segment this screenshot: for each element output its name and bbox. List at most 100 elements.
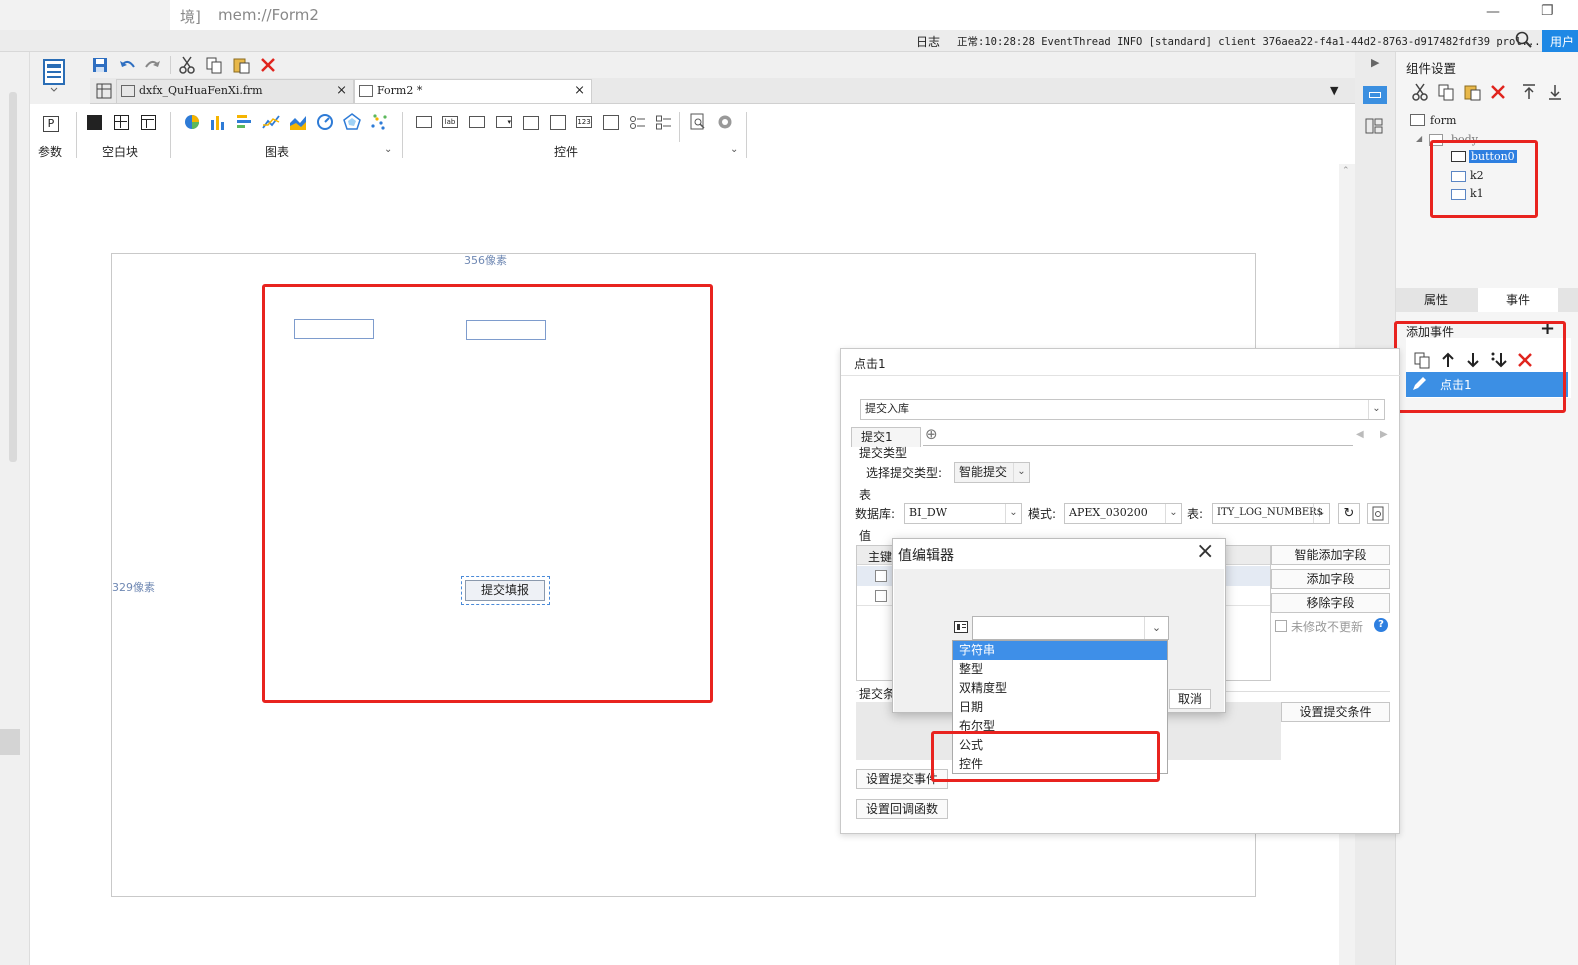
close-icon[interactable]: ×: [1196, 539, 1214, 564]
value-type-select[interactable]: ⌄: [972, 616, 1169, 640]
split-block-icon[interactable]: [114, 115, 129, 130]
schema-select[interactable]: APEX_030200 ⌄: [1064, 503, 1182, 524]
remove-field-button[interactable]: 移除字段: [1271, 593, 1390, 613]
help-icon[interactable]: ?: [1374, 618, 1388, 632]
add-subtab-icon[interactable]: ⊕: [925, 425, 938, 443]
table-search-icon[interactable]: [1367, 503, 1389, 524]
chevron-down-icon[interactable]: ⌄: [384, 144, 392, 155]
button-control-icon[interactable]: [416, 116, 432, 128]
highlight-box-event: [1394, 321, 1566, 413]
env-label: 境]: [180, 8, 201, 26]
highlight-box-options: [931, 731, 1160, 782]
tree-expand-icon[interactable]: ◢: [1416, 134, 1422, 143]
cancel-button[interactable]: 取消: [1169, 689, 1211, 709]
set-callback-button[interactable]: 设置回调函数: [856, 799, 948, 819]
refresh-icon[interactable]: ↻: [1338, 503, 1360, 524]
textarea-control-icon[interactable]: [603, 115, 619, 130]
tab-properties[interactable]: 属性: [1396, 288, 1476, 312]
line-chart-icon[interactable]: [262, 113, 280, 131]
cut-icon[interactable]: [1411, 83, 1429, 101]
title-bar: 境] mem://Form2 — ❐: [0, 0, 1578, 30]
tab-dxfx[interactable]: dxfx_QuHuaFenXi.frm ×: [116, 79, 354, 103]
tab-form2[interactable]: Form2 * ×: [354, 79, 592, 103]
component-panel-icon[interactable]: [1363, 86, 1387, 104]
bar-chart-icon[interactable]: [209, 113, 227, 131]
gauge-chart-icon[interactable]: [316, 113, 334, 131]
list-control-icon[interactable]: [523, 116, 539, 130]
left-scrollbar[interactable]: [9, 92, 17, 462]
delete-icon[interactable]: [259, 56, 277, 74]
move-bottom-icon[interactable]: [1546, 83, 1564, 101]
db-select[interactable]: BI_DW ⌄: [904, 503, 1022, 524]
close-icon[interactable]: ×: [574, 80, 585, 102]
option-date[interactable]: 日期: [953, 698, 1167, 717]
number-control-icon[interactable]: 123: [576, 116, 592, 128]
delete-icon[interactable]: [1489, 83, 1507, 101]
redo-icon[interactable]: [144, 56, 162, 74]
designer-toolbar: dxfx_QuHuaFenXi.frm × Form2 * × ▼ P 参数 空…: [30, 52, 1355, 164]
group-control-label: 控件: [554, 145, 579, 159]
tab-block-icon[interactable]: [141, 115, 156, 130]
scatter-chart-icon[interactable]: [370, 113, 388, 131]
pie-chart-icon[interactable]: [183, 113, 201, 131]
action-select[interactable]: 提交入库 ⌄: [860, 399, 1385, 420]
status-bar: 日志 正常:10:28:28 EventThread INFO [standar…: [0, 30, 1578, 52]
template-icon[interactable]: [42, 58, 66, 92]
row-checkbox[interactable]: [875, 570, 887, 582]
cut-icon[interactable]: [178, 56, 196, 74]
option-double[interactable]: 双精度型: [953, 679, 1167, 698]
dialog-title: 点击1: [854, 357, 886, 371]
chevron-down-icon[interactable]: ⌄: [1144, 617, 1168, 639]
hbar-chart-icon[interactable]: [235, 113, 253, 131]
tab-events[interactable]: 事件: [1478, 288, 1558, 312]
expand-arrow-icon[interactable]: ▶: [1371, 56, 1379, 69]
checkbox-control-icon[interactable]: [656, 115, 672, 130]
preview-icon[interactable]: [689, 113, 707, 131]
date-control-icon[interactable]: [550, 115, 566, 130]
paste-icon[interactable]: [232, 56, 250, 74]
restore-icon[interactable]: ❐: [1541, 3, 1554, 19]
option-string[interactable]: 字符串: [953, 641, 1167, 660]
submit-type-select[interactable]: 智能提交 ⌄: [954, 462, 1030, 483]
chevron-down-icon[interactable]: ⌄: [730, 144, 738, 155]
smart-add-field-button[interactable]: 智能添加字段: [1271, 545, 1390, 565]
radar-chart-icon[interactable]: [343, 113, 361, 131]
param-icon[interactable]: P: [43, 116, 59, 132]
tree-node-form[interactable]: form: [1430, 114, 1456, 127]
form-node-icon: [1410, 114, 1425, 126]
user-menu[interactable]: 用户: [1550, 33, 1574, 50]
log-label[interactable]: 日志: [916, 33, 940, 50]
tab-menu-icon[interactable]: ▼: [1330, 84, 1338, 97]
set-condition-button[interactable]: 设置提交条件: [1281, 702, 1390, 722]
option-integer[interactable]: 整型: [953, 660, 1167, 679]
settings-gear-icon[interactable]: [716, 113, 734, 131]
db-value: BI_DW: [909, 506, 948, 519]
search-icon[interactable]: [1515, 31, 1533, 49]
move-top-icon[interactable]: [1520, 83, 1538, 101]
add-field-button[interactable]: 添加字段: [1271, 569, 1390, 589]
submit-type-value: 智能提交: [959, 465, 1008, 479]
prev-tab-icon[interactable]: ◀: [1356, 429, 1364, 440]
radio-control-icon[interactable]: [630, 115, 646, 130]
db-label: 数据库:: [855, 507, 896, 521]
copy-icon[interactable]: [1437, 83, 1455, 101]
highlight-box-form: [262, 284, 713, 703]
undo-icon[interactable]: [118, 56, 136, 74]
table-select[interactable]: ITY_LOG_NUMBER$ ⌄: [1212, 503, 1330, 524]
copy-icon[interactable]: [205, 56, 223, 74]
textbox-control-icon[interactable]: [469, 116, 485, 128]
next-tab-icon[interactable]: ▶: [1380, 429, 1388, 440]
save-icon[interactable]: [91, 56, 109, 74]
combo-control-icon[interactable]: ▾: [496, 116, 512, 128]
blank-block-icon[interactable]: [87, 115, 102, 130]
grid-menu-icon[interactable]: [96, 83, 114, 101]
unchanged-checkbox[interactable]: [1275, 620, 1287, 632]
label-control-icon[interactable]: lab: [442, 116, 458, 128]
minimize-icon[interactable]: —: [1486, 4, 1500, 20]
paste-icon[interactable]: [1463, 83, 1481, 101]
close-icon[interactable]: ×: [336, 80, 347, 102]
tab-label: Form2 *: [377, 84, 423, 97]
layout-panel-icon[interactable]: [1365, 118, 1383, 134]
row-checkbox[interactable]: [875, 590, 887, 602]
area-chart-icon[interactable]: [289, 113, 307, 131]
